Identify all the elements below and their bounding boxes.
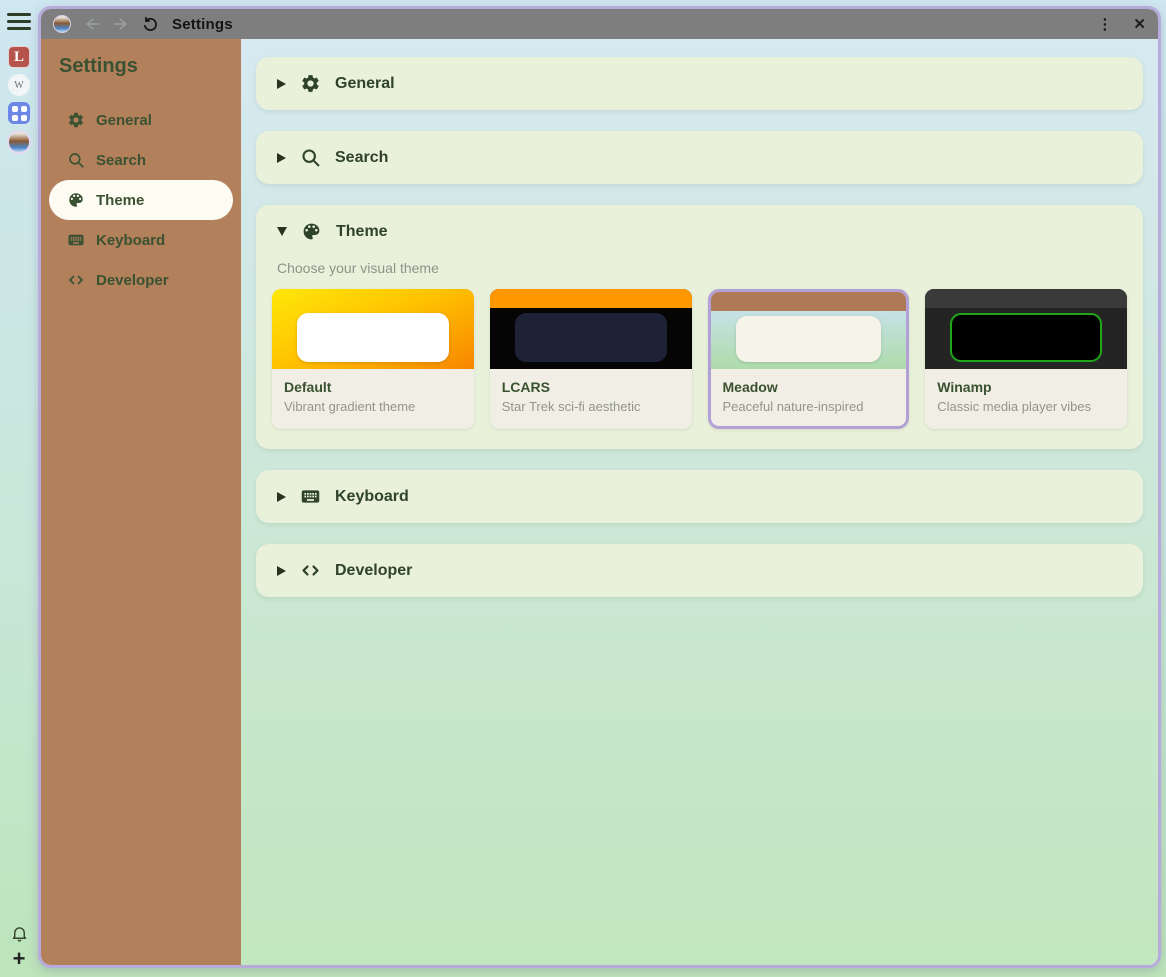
theme-description: Classic media player vibes (937, 399, 1115, 414)
add-new-icon[interactable]: + (13, 949, 26, 969)
sidebar-item-developer[interactable]: Developer (49, 260, 233, 300)
theme-name: Winamp (937, 379, 1115, 395)
sidebar-item-general[interactable]: General (49, 100, 233, 140)
expand-triangle-icon (277, 566, 286, 576)
keyboard-icon (300, 486, 321, 507)
section-general: General (256, 57, 1143, 110)
theme-preview-default (272, 289, 474, 369)
sidebar-item-label: General (96, 112, 152, 129)
code-icon (67, 271, 85, 289)
sidebar-item-label: Keyboard (96, 232, 165, 249)
window-menu-kebab-icon[interactable]: ⋮ (1097, 15, 1112, 33)
search-icon (300, 147, 321, 168)
section-keyboard-header[interactable]: Keyboard (256, 470, 1143, 523)
libre-app-icon[interactable]: L (8, 46, 30, 68)
sidebar-item-keyboard[interactable]: Keyboard (49, 220, 233, 260)
sidebar-item-search[interactable]: Search (49, 140, 233, 180)
settings-main-pane: General Search (241, 39, 1158, 965)
theme-preview-winamp (925, 289, 1127, 369)
desktop-taskbar: L W + (0, 0, 38, 977)
theme-section-subtitle: Choose your visual theme (256, 260, 1143, 276)
palette-icon (67, 191, 85, 209)
code-icon (300, 560, 321, 581)
theme-card-grid: Default Vibrant gradient theme LCARS Sta… (256, 289, 1143, 429)
theme-name: Default (284, 379, 462, 395)
section-label: Keyboard (335, 488, 409, 506)
keyboard-icon (67, 231, 85, 249)
expand-triangle-icon (277, 153, 286, 163)
section-theme: Theme Choose your visual theme Default V… (256, 205, 1143, 449)
theme-card-default[interactable]: Default Vibrant gradient theme (272, 289, 474, 429)
theme-card-meadow[interactable]: Meadow Peaceful nature-inspired (708, 289, 910, 429)
theme-description: Star Trek sci-fi aesthetic (502, 399, 680, 414)
window-close-icon[interactable]: ✕ (1133, 15, 1146, 33)
settings-window: Settings ⋮ ✕ Settings General Search (38, 6, 1161, 968)
theme-card-winamp[interactable]: Winamp Classic media player vibes (925, 289, 1127, 429)
theme-description: Vibrant gradient theme (284, 399, 462, 414)
gear-icon (67, 111, 85, 129)
section-search-header[interactable]: Search (256, 131, 1143, 184)
sidebar-heading: Settings (41, 55, 241, 78)
section-search: Search (256, 131, 1143, 184)
sidebar-item-label: Developer (96, 272, 169, 289)
section-developer: Developer (256, 544, 1143, 597)
reload-button[interactable] (142, 16, 159, 33)
section-label: Theme (336, 223, 388, 241)
theme-name: LCARS (502, 379, 680, 395)
theme-name: Meadow (723, 379, 895, 395)
section-keyboard: Keyboard (256, 470, 1143, 523)
collapse-triangle-icon (277, 227, 287, 236)
palette-icon (301, 221, 322, 242)
settings-sidebar: Settings General Search Theme (41, 39, 241, 965)
back-button[interactable] (84, 17, 100, 31)
expand-triangle-icon (277, 492, 286, 502)
section-general-header[interactable]: General (256, 57, 1143, 110)
section-label: Developer (335, 562, 412, 580)
window-title: Settings (172, 16, 233, 33)
section-theme-header[interactable]: Theme (256, 205, 1143, 258)
app-logo-icon[interactable] (7, 130, 31, 154)
notifications-bell-icon[interactable] (10, 924, 29, 943)
section-label: General (335, 75, 395, 93)
section-label: Search (335, 149, 388, 167)
section-developer-header[interactable]: Developer (256, 544, 1143, 597)
theme-preview-lcars (490, 289, 692, 369)
hamburger-menu-icon[interactable] (7, 9, 31, 34)
apps-grid-icon[interactable] (8, 102, 30, 124)
search-icon (67, 151, 85, 169)
forward-button[interactable] (113, 17, 129, 31)
expand-triangle-icon (277, 79, 286, 89)
sidebar-item-label: Search (96, 152, 146, 169)
theme-card-lcars[interactable]: LCARS Star Trek sci-fi aesthetic (490, 289, 692, 429)
theme-description: Peaceful nature-inspired (723, 399, 895, 414)
window-titlebar[interactable]: Settings ⋮ ✕ (41, 9, 1158, 39)
sidebar-item-label: Theme (96, 192, 144, 209)
wiki-app-icon[interactable]: W (8, 74, 30, 96)
gear-icon (300, 73, 321, 94)
theme-preview-meadow (711, 292, 907, 369)
window-app-logo-icon (53, 15, 71, 33)
sidebar-item-theme[interactable]: Theme (49, 180, 233, 220)
